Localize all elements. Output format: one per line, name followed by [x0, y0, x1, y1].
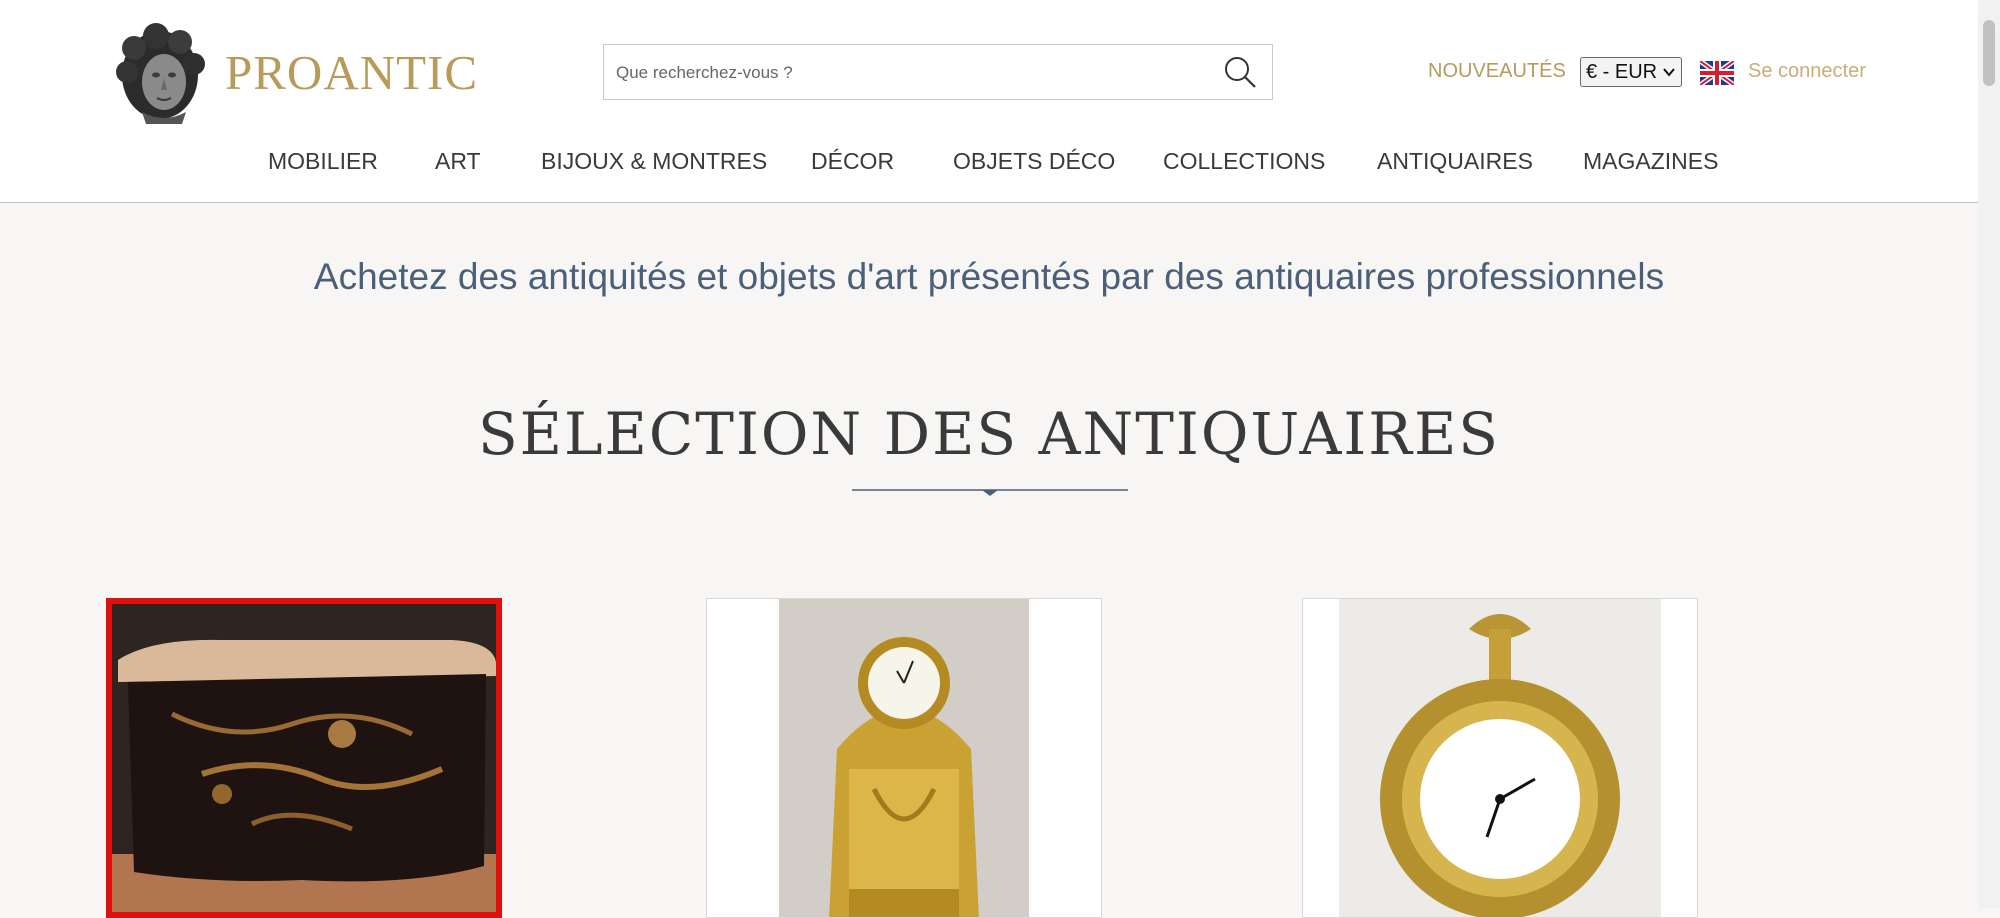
nav-item-magazines[interactable]: MAGAZINES: [1583, 148, 1718, 175]
section-title: SÉLECTION DES ANTIQUAIRES: [477, 400, 1501, 468]
commode-image: [112, 604, 496, 912]
login-link[interactable]: Se connecter: [1748, 60, 1866, 83]
currency-value: € - EUR: [1586, 61, 1658, 83]
uk-flag-icon[interactable]: [1700, 61, 1734, 85]
scrollbar-thumb[interactable]: [1983, 20, 1995, 86]
title-divider: [852, 489, 1128, 496]
main-nav: MOBILIER ART BIJOUX & MONTRES DÉCOR OBJE…: [0, 148, 1978, 178]
chevron-down-icon: [1663, 68, 1675, 77]
product-card-wall-clock[interactable]: [1302, 598, 1698, 918]
search-input[interactable]: [614, 55, 1198, 91]
nav-item-decor[interactable]: DÉCOR: [811, 148, 894, 175]
nav-item-objets-deco[interactable]: OBJETS DÉCO: [953, 148, 1115, 175]
nav-item-bijoux-montres[interactable]: BIJOUX & MONTRES: [541, 148, 767, 175]
search-icon[interactable]: [1222, 54, 1258, 90]
site-header: PROANTIC NOUVEAUTÉS € - EUR Se connecter…: [0, 0, 1978, 203]
mantel-clock-image: [779, 599, 1029, 917]
product-card-commode[interactable]: [106, 598, 502, 918]
nav-item-art[interactable]: ART: [435, 148, 481, 175]
nouveautes-link[interactable]: NOUVEAUTÉS: [1428, 60, 1566, 83]
logo-bust-icon[interactable]: [112, 20, 212, 124]
nav-item-antiquaires[interactable]: ANTIQUAIRES: [1377, 148, 1533, 175]
brand-name[interactable]: PROANTIC: [225, 44, 478, 101]
currency-select[interactable]: € - EUR: [1580, 57, 1682, 87]
wall-clock-image: [1339, 599, 1661, 917]
nav-item-collections[interactable]: COLLECTIONS: [1163, 148, 1325, 175]
page-scrollbar[interactable]: [1978, 0, 2000, 908]
search-box: [603, 44, 1273, 100]
page-tagline: Achetez des antiquités et objets d'art p…: [313, 256, 1665, 297]
product-card-mantel-clock[interactable]: [706, 598, 1102, 918]
nav-item-mobilier[interactable]: MOBILIER: [268, 148, 378, 175]
